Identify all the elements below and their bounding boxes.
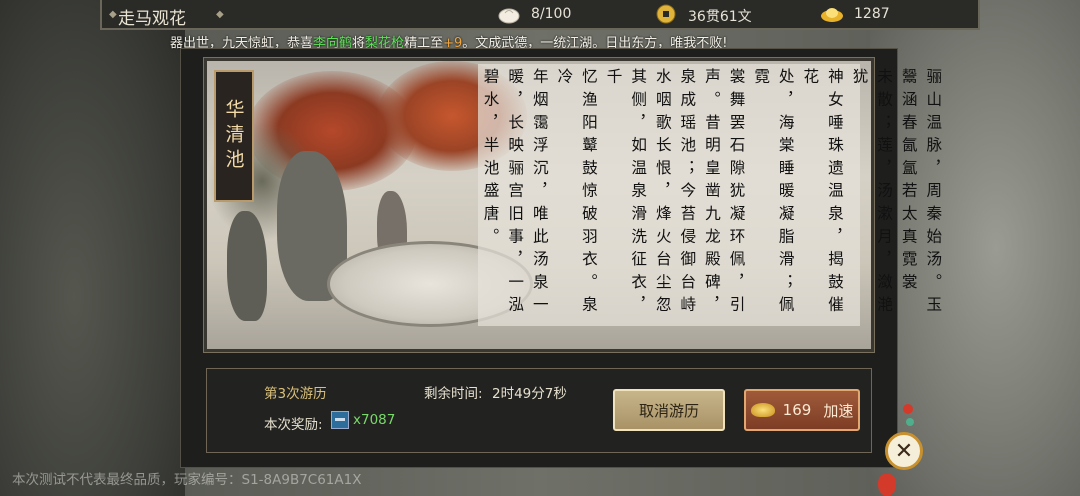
tassel-bead-icon xyxy=(903,404,913,414)
speed-up-label: 加速 xyxy=(823,401,854,420)
background-left xyxy=(0,0,185,496)
tassel-jade-icon xyxy=(906,418,914,426)
close-button[interactable]: ✕ xyxy=(885,432,923,470)
poem-column: 暖，长映骊宫旧事，一泓 xyxy=(506,68,525,319)
gold-value: 1287 xyxy=(854,6,890,22)
gold-ingot-icon xyxy=(821,8,843,22)
speed-up-cost: 169 xyxy=(782,401,812,419)
poem-column: 碧水，半池盛唐。 xyxy=(481,68,500,251)
tassel-icon xyxy=(878,474,896,496)
place-name: 华清池 xyxy=(222,98,245,174)
poem-column: 骊山温脉，周秦始汤。玉 xyxy=(924,68,943,319)
poem-column: 声。昔明皇凿九龙殿碑， xyxy=(702,68,721,319)
journey-count: 第3次游历 xyxy=(264,386,327,402)
remaining-time-value: 2时49分7秒 xyxy=(492,386,567,402)
reward-label: 本次奖励: xyxy=(264,417,323,433)
poem-column: 未散；莲，汤漱月，潋滟犹 xyxy=(850,68,894,319)
title-ornament-right: ◆ xyxy=(216,9,224,20)
reward-quantity: x7087 xyxy=(353,412,396,428)
poem-column: 其侧，如温泉滑洗征衣，千 xyxy=(604,68,648,319)
copper-value: 36贯61文 xyxy=(688,9,752,25)
bun-icon xyxy=(498,8,520,24)
poem-column: 鬶涵春氤氲若太真霓裳 xyxy=(899,68,918,296)
poem-column: 神女唾珠遗温泉，揭鼓催花 xyxy=(801,68,844,319)
poem-column: 泉成瑶池；今苔侵御台峙 xyxy=(678,68,697,319)
poem-column: 年烟霭浮沉，唯此汤泉一 xyxy=(530,68,549,319)
speed-up-button[interactable]: 169 加速 xyxy=(744,389,860,431)
remaining-time-label: 剩余时间: xyxy=(424,386,483,402)
poem-column: 处，海棠睡暖凝脂滑；佩霓 xyxy=(752,68,795,319)
test-watermark: 本次测试不代表最终品质，玩家编号：S1-8A9B7C61A1X xyxy=(12,472,362,488)
poem-text: 骊山温脉，周秦始汤。玉 鬶涵春氤氲若太真霓裳 未散；莲，汤漱月，潋滟犹 神女唾珠… xyxy=(478,68,945,328)
cancel-journey-button[interactable]: 取消游历 xyxy=(613,389,725,431)
reward-item-icon[interactable] xyxy=(331,411,349,429)
gold-ingot-icon xyxy=(750,403,775,417)
close-icon: ✕ xyxy=(894,438,914,464)
stamina-value: 8/100 xyxy=(531,6,572,22)
poem-column: 裳舞罢石隙犹凝环佩，引 xyxy=(727,68,746,319)
page-title: 走马观花 xyxy=(118,9,186,29)
poem-column: 忆渔阳鼙鼓惊破羽衣。泉冷 xyxy=(555,68,598,319)
title-ornament-left: ◆ xyxy=(109,9,117,20)
place-name-plaque: 华清池 xyxy=(214,70,254,202)
poem-column: 水咽歌长恨，烽火台尘忽 xyxy=(653,68,672,319)
cancel-journey-label: 取消游历 xyxy=(638,401,699,420)
copper-coin-icon xyxy=(656,4,676,24)
